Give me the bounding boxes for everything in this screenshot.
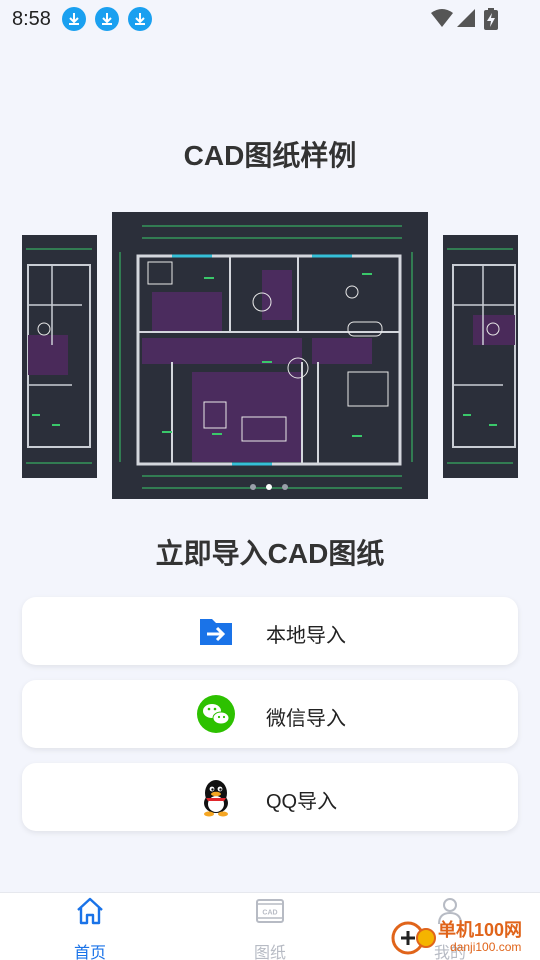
- download-icon: [128, 7, 152, 31]
- status-time: 8:58: [12, 8, 51, 30]
- nav-drawings-label: 图纸: [253, 945, 286, 960]
- home-icon: [77, 897, 103, 925]
- nav-home[interactable]: 首页: [30, 893, 150, 960]
- wechat-import-button[interactable]: 微信导入: [22, 680, 518, 748]
- watermark-logo: 单机100网 danji100.com: [390, 914, 540, 960]
- cad-sample-next[interactable]: [443, 235, 518, 478]
- wechat-import-label: 微信导入: [266, 708, 346, 730]
- battery-charging-icon: [484, 8, 498, 30]
- svg-text:CAD: CAD: [262, 910, 277, 917]
- cell-signal-icon: [457, 9, 475, 27]
- carousel-indicator: [250, 484, 290, 492]
- carousel-dot-active: [266, 484, 272, 490]
- nav-home-label: 首页: [73, 945, 106, 960]
- cad-sample-current[interactable]: [112, 212, 428, 499]
- carousel-dot: [250, 484, 256, 490]
- watermark-url: danji100.com: [450, 940, 522, 954]
- download-icon: [95, 7, 119, 31]
- status-bar: 8:58: [0, 0, 540, 38]
- download-icon: [62, 7, 86, 31]
- folder-import-icon: [200, 619, 232, 645]
- watermark-brand: 单机100网: [438, 920, 523, 940]
- local-import-label: 本地导入: [266, 625, 346, 647]
- cad-drawing-icon: CAD: [256, 899, 284, 923]
- local-import-button[interactable]: 本地导入: [22, 597, 518, 665]
- nav-drawings[interactable]: CAD 图纸: [210, 893, 330, 960]
- import-title: 立即导入CAD图纸: [155, 538, 385, 569]
- wifi-icon: [431, 9, 453, 27]
- qq-icon: [204, 780, 228, 817]
- watermark-icon: [391, 921, 436, 955]
- qq-import-button[interactable]: QQ导入: [22, 763, 518, 831]
- cad-sample-prev[interactable]: [22, 235, 97, 478]
- qq-import-label: QQ导入: [266, 791, 338, 813]
- samples-title: CAD图纸样例: [183, 140, 357, 171]
- wechat-icon: [197, 695, 235, 733]
- carousel-dot: [282, 484, 288, 490]
